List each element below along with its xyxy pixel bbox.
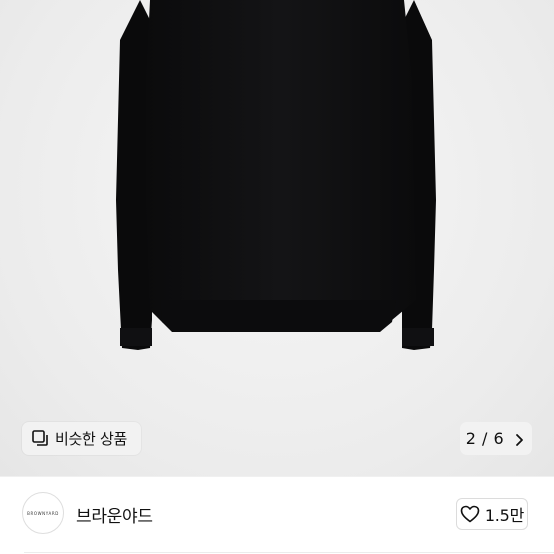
like-button[interactable]: 1.5만: [456, 498, 528, 530]
page-counter-text: 2 / 6: [465, 429, 505, 448]
similar-products-label: 비슷한 상품: [55, 430, 127, 448]
image-page-counter[interactable]: 2 / 6: [460, 422, 532, 455]
heart-outline-icon: [460, 505, 480, 523]
product-image[interactable]: [0, 0, 554, 476]
shop-avatar-logo: BROWNYARD: [27, 510, 59, 516]
divider: [24, 552, 554, 553]
chevron-right-icon: [512, 432, 526, 446]
copy-squares-icon: [32, 430, 49, 447]
similar-products-button[interactable]: 비슷한 상품: [22, 422, 141, 455]
shop-row[interactable]: BROWNYARD 브라운야드 1.5만: [0, 477, 554, 554]
like-count: 1.5만: [484, 506, 525, 525]
shop-avatar[interactable]: BROWNYARD: [22, 492, 64, 534]
shop-name[interactable]: 브라운야드: [76, 502, 153, 527]
garment-illustration: [116, 0, 436, 350]
